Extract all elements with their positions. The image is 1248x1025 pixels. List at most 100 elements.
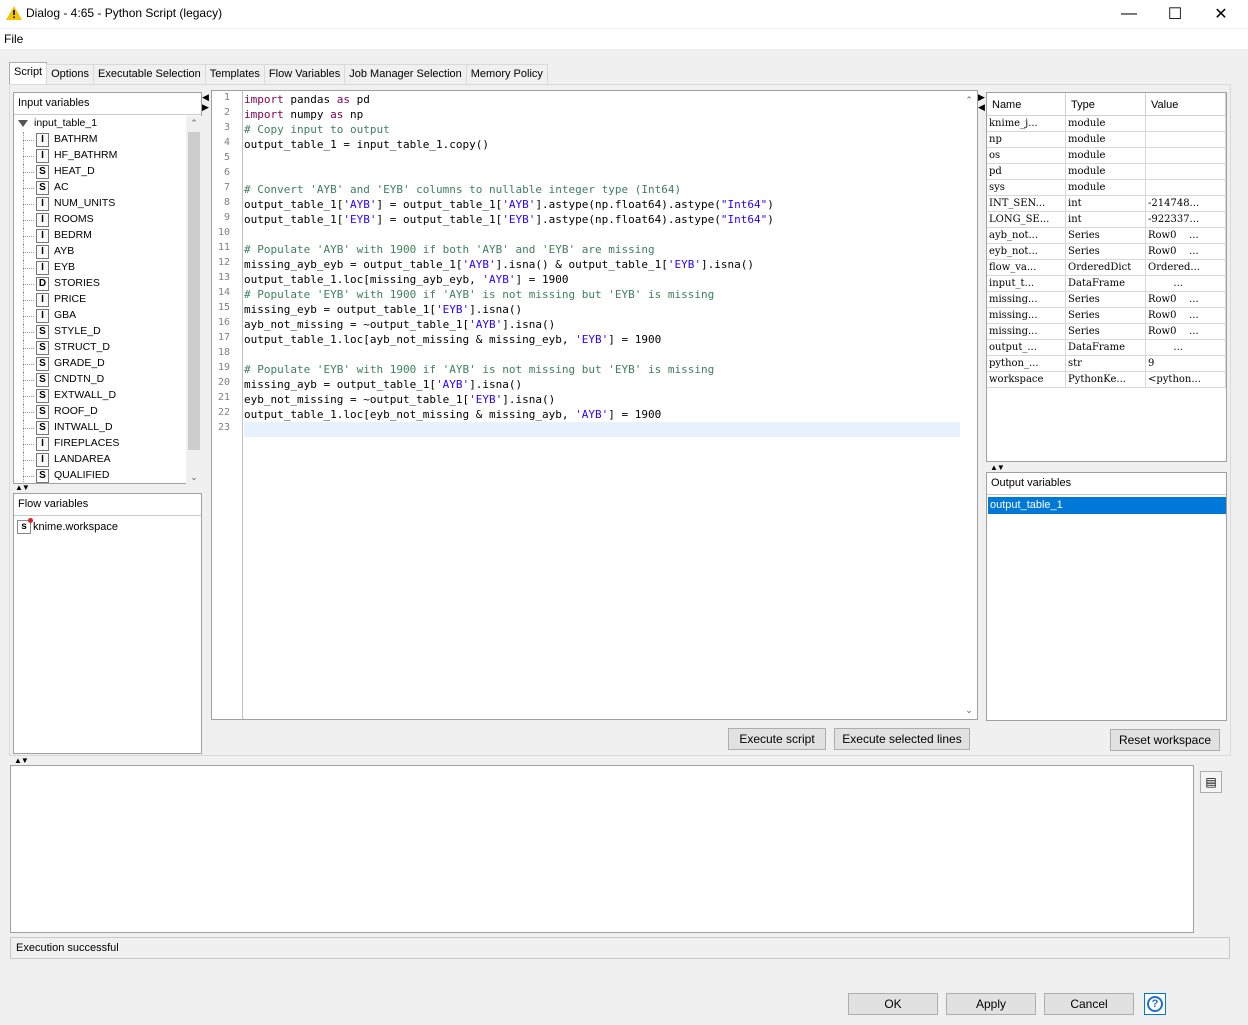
tree-item[interactable]: S STRUCT_D xyxy=(14,340,186,356)
table-row[interactable]: flow_va... OrderedDict Ordered... xyxy=(987,260,1226,276)
table-row[interactable]: python_... str 9 xyxy=(987,356,1226,372)
code-line[interactable]: import pandas as pd xyxy=(244,92,370,107)
code-area[interactable]: import pandas as pd import numpy as np # C… xyxy=(244,91,960,719)
code-line[interactable]: missing_ayb_eyb = output_table_1['AYB'].… xyxy=(244,257,754,272)
table-row[interactable]: ayb_not... Series Row0 ... xyxy=(987,228,1226,244)
code-token: 'AYB' xyxy=(575,408,609,421)
splitter-arrows-icon[interactable]: ▲▼ xyxy=(14,756,29,765)
expand-arrow-icon[interactable] xyxy=(18,120,28,127)
tab-flow-variables[interactable]: Flow Variables xyxy=(263,64,346,84)
tree-item[interactable]: S STYLE_D xyxy=(14,324,186,340)
tab-templates[interactable]: Templates xyxy=(204,64,265,84)
maximize-button[interactable]: ☐ xyxy=(1152,0,1198,28)
code-line[interactable]: output_table_1.loc[eyb_not_missing & mis… xyxy=(244,407,661,422)
table-row[interactable]: missing... Series Row0 ... xyxy=(987,324,1226,340)
tree-item[interactable]: I AYB xyxy=(14,244,186,260)
tree-item[interactable]: I EYB xyxy=(14,260,186,276)
code-line[interactable]: # Populate 'AYB' with 1900 if both 'AYB'… xyxy=(244,242,655,257)
cancel-button[interactable]: Cancel xyxy=(1044,993,1134,1015)
tree-item[interactable]: I BEDRM xyxy=(14,228,186,244)
code-line[interactable]: # Populate 'EYB' with 1900 if 'AYB' is n… xyxy=(244,362,714,377)
splitter-arrows-icon[interactable]: ▲▼ xyxy=(15,483,30,492)
table-row[interactable]: output_... DataFrame ... xyxy=(987,340,1226,356)
code-line[interactable]: missing_eyb = output_table_1['EYB'].isna… xyxy=(244,302,522,317)
tree-item[interactable]: I PRICE xyxy=(14,292,186,308)
tree-item[interactable]: S GRADE_D xyxy=(14,356,186,372)
tab-memory-policy[interactable]: Memory Policy xyxy=(465,64,548,84)
table-row[interactable]: sys module xyxy=(987,180,1226,196)
tree-item[interactable]: I BATHRM xyxy=(14,132,186,148)
clear-console-icon[interactable]: ▤ xyxy=(1200,771,1222,793)
scroll-up-arrow-icon[interactable]: ⌃ xyxy=(961,93,977,107)
close-button[interactable]: ✕ xyxy=(1198,0,1244,28)
tree-item[interactable]: I NUM_UNITS xyxy=(14,196,186,212)
scroll-down-arrow-icon[interactable]: ⌄ xyxy=(961,703,977,717)
tree-root-input-table[interactable]: input_table_1 xyxy=(14,116,186,132)
code-line[interactable]: ayb_not_missing = ~output_table_1['AYB']… xyxy=(244,317,555,332)
code-line[interactable]: output_table_1 = input_table_1.copy() xyxy=(244,137,489,152)
code-line[interactable]: # Populate 'EYB' with 1900 if 'AYB' is n… xyxy=(244,287,714,302)
input-variables-tree[interactable]: input_table_1 I BATHRM I HF_BATHRM S HEAT_D S AC… xyxy=(14,116,186,484)
tree-item[interactable]: S EXTWALL_D xyxy=(14,388,186,404)
table-row[interactable]: workspace PythonKe... <python... xyxy=(987,372,1226,388)
script-editor[interactable]: 1 2 3 4 5 6 7 8 9 10 11 12 13 14 15 16 17 18 19 20 21 22 23 im… xyxy=(211,90,978,720)
menu-file[interactable]: File xyxy=(4,32,23,46)
table-row[interactable]: INT_SEN... int -214748... xyxy=(987,196,1226,212)
ok-button[interactable]: OK xyxy=(848,993,938,1015)
scroll-up-arrow-icon[interactable]: ⌃ xyxy=(186,116,202,130)
table-row[interactable]: os module xyxy=(987,148,1226,164)
tree-item[interactable]: I LANDAREA xyxy=(14,452,186,468)
tree-item[interactable]: S HEAT_D xyxy=(14,164,186,180)
minimize-button[interactable]: — xyxy=(1106,0,1152,28)
execute-script-button[interactable]: Execute script xyxy=(728,728,826,750)
code-line[interactable]: output_table_1.loc[missing_ayb_eyb, 'AYB… xyxy=(244,272,569,287)
reset-workspace-button[interactable]: Reset workspace xyxy=(1110,729,1220,751)
tab-job-manager-selection[interactable]: Job Manager Selection xyxy=(344,64,467,84)
code-line[interactable]: missing_ayb = output_table_1['AYB'].isna… xyxy=(244,377,522,392)
tab-options[interactable]: Options xyxy=(46,64,95,84)
tree-item[interactable]: S ROOF_D xyxy=(14,404,186,420)
input-variables-scrollbar[interactable]: ⌃ ⌄ xyxy=(186,116,202,484)
scrollbar-thumb[interactable] xyxy=(188,132,200,450)
code-line[interactable]: output_table_1.loc[ayb_not_missing & mis… xyxy=(244,332,661,347)
table-row[interactable]: input_t... DataFrame ... xyxy=(987,276,1226,292)
execute-selected-lines-button[interactable]: Execute selected lines xyxy=(834,728,970,750)
expand-right-arrow-icon[interactable]: ◀ xyxy=(978,102,985,113)
code-line[interactable]: # Convert 'AYB' and 'EYB' columns to nul… xyxy=(244,182,681,197)
column-header-type[interactable]: Type xyxy=(1066,93,1146,116)
code-line[interactable]: eyb_not_missing = ~output_table_1['EYB']… xyxy=(244,392,555,407)
table-row[interactable]: np module xyxy=(987,132,1226,148)
table-row[interactable]: pd module xyxy=(987,164,1226,180)
table-row[interactable]: missing... Series Row0 ... xyxy=(987,292,1226,308)
help-button[interactable]: ? xyxy=(1144,993,1166,1015)
tree-item[interactable]: I GBA xyxy=(14,308,186,324)
column-header-name[interactable]: Name xyxy=(987,93,1066,116)
console-output[interactable] xyxy=(10,765,1194,933)
flow-variable-item[interactable]: s knime.workspace xyxy=(17,518,118,534)
column-type-icon: S xyxy=(36,325,49,339)
code-line[interactable]: import numpy as np xyxy=(244,107,363,122)
tree-item[interactable]: I ROOMS xyxy=(14,212,186,228)
table-row[interactable]: missing... Series Row0 ... xyxy=(987,308,1226,324)
splitter-arrows-icon[interactable]: ▲▼ xyxy=(990,463,1005,472)
tab-script[interactable]: Script xyxy=(9,62,48,84)
tree-item[interactable]: D STORIES xyxy=(14,276,186,292)
tree-item[interactable]: S CNDTN_D xyxy=(14,372,186,388)
tree-item[interactable]: I HF_BATHRM xyxy=(14,148,186,164)
code-line[interactable]: output_table_1['AYB'] = output_table_1['… xyxy=(244,197,774,212)
table-row[interactable]: LONG_SE... int -922337... xyxy=(987,212,1226,228)
apply-button[interactable]: Apply xyxy=(946,993,1036,1015)
output-variable-item[interactable]: output_table_1 xyxy=(988,497,1226,514)
tree-item[interactable]: I FIREPLACES xyxy=(14,436,186,452)
tree-item[interactable]: S QUALIFIED xyxy=(14,468,186,484)
code-line[interactable]: output_table_1['EYB'] = output_table_1['… xyxy=(244,212,774,227)
column-header-value[interactable]: Value xyxy=(1146,93,1226,116)
editor-scrollbar[interactable]: ⌃ ⌄ xyxy=(961,91,977,719)
table-row[interactable]: eyb_not... Series Row0 ... xyxy=(987,244,1226,260)
scroll-down-arrow-icon[interactable]: ⌄ xyxy=(186,470,202,484)
code-line[interactable]: # Copy input to output xyxy=(244,122,390,137)
tab-executable-selection[interactable]: Executable Selection xyxy=(93,64,206,84)
tree-item[interactable]: S AC xyxy=(14,180,186,196)
table-row[interactable]: knime_j... module xyxy=(987,116,1226,132)
tree-item[interactable]: S INTWALL_D xyxy=(14,420,186,436)
